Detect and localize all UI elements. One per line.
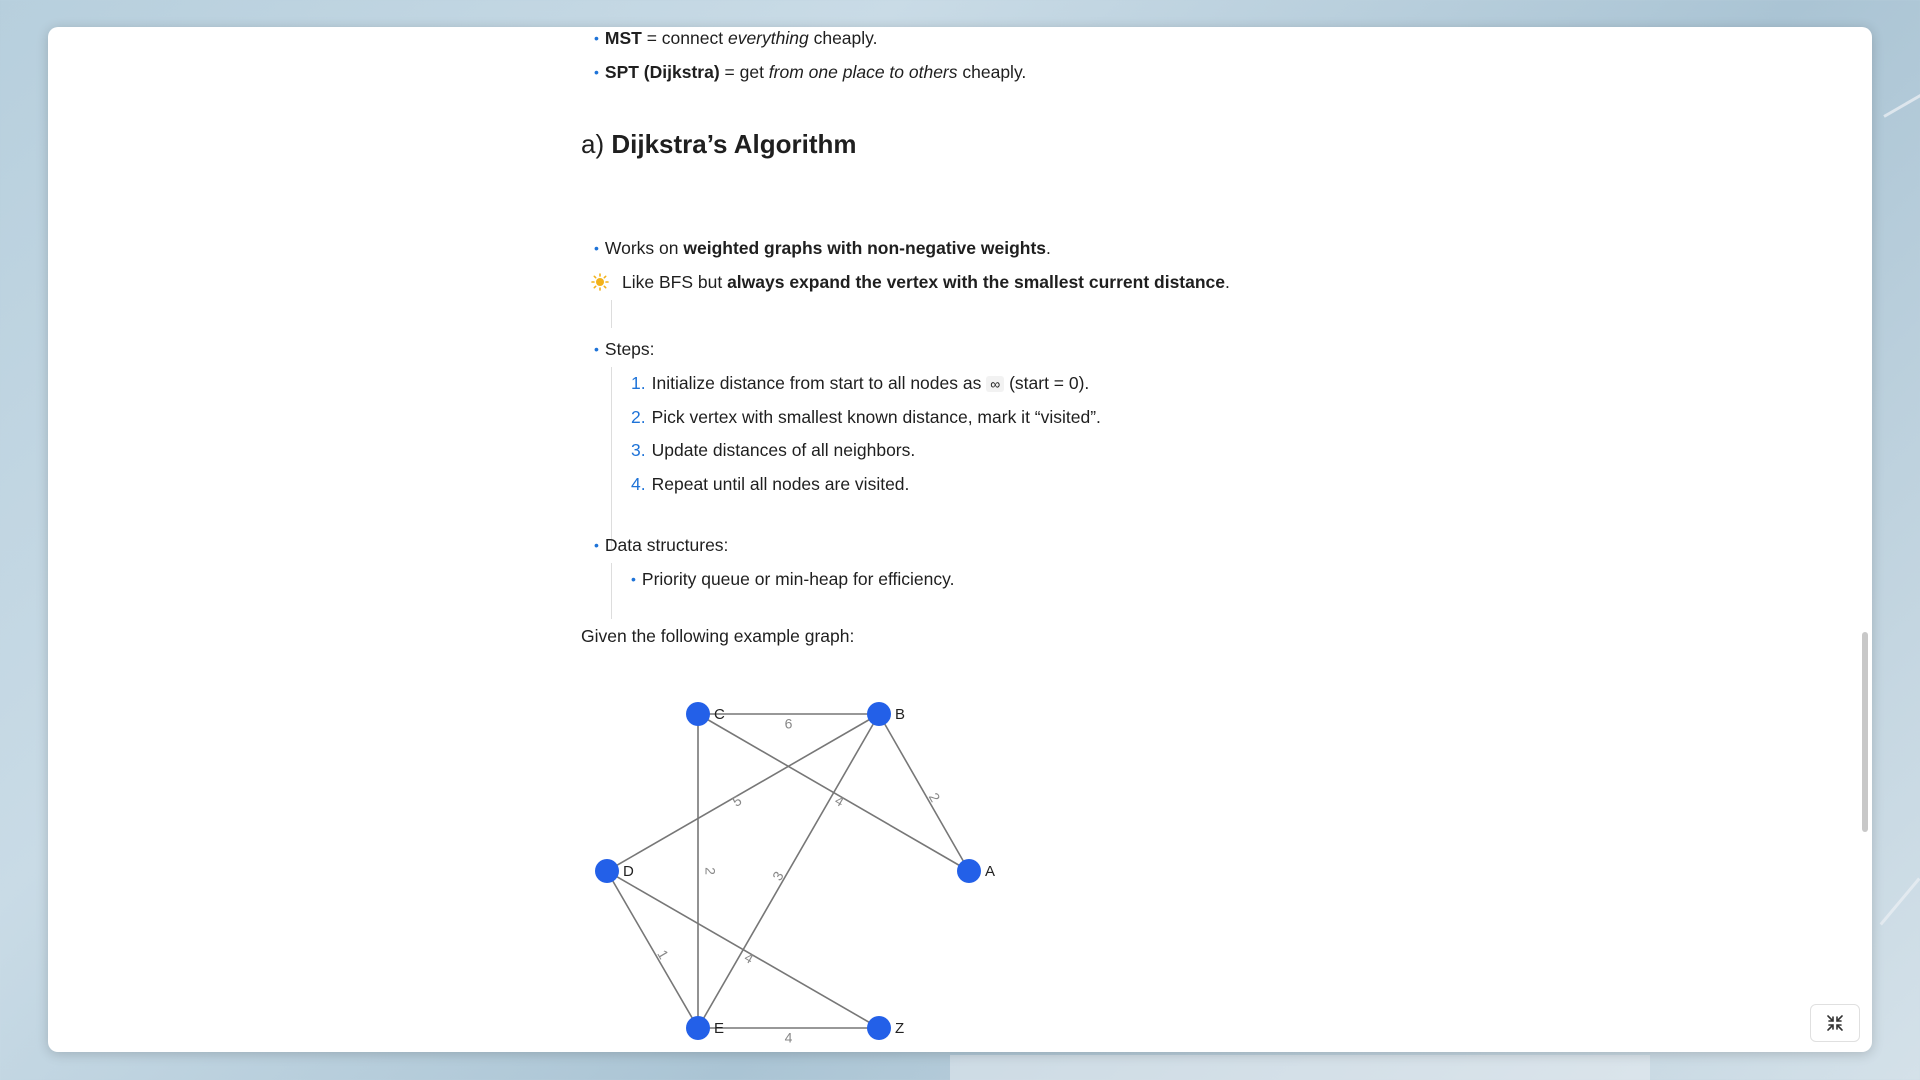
section-heading: a) Dijkstra’s Algorithm <box>581 129 857 159</box>
tip-callout: Like BFS but always expand the vertex wi… <box>581 265 1481 299</box>
edge-weight-label: 4 <box>785 1030 793 1046</box>
lightbulb-icon <box>591 273 609 291</box>
edge-weight-label: 6 <box>785 716 793 732</box>
graph-node-label: E <box>714 1020 724 1037</box>
exit-fullscreen-button[interactable] <box>1810 1004 1860 1042</box>
list-item: • Priority queue or min-heap for efficien… <box>631 569 955 589</box>
nested-rule <box>611 563 612 619</box>
collapse-icon <box>1827 1015 1843 1031</box>
list-item: • Data structures: <box>594 535 729 555</box>
graph-node-label: Z <box>895 1020 904 1037</box>
example-graph: 6 4 2 5 2 3 1 4 4 C B D A E Z <box>595 702 995 1046</box>
edge-weight-label: 5 <box>729 792 744 810</box>
graph-node-label: B <box>895 706 905 723</box>
graph-node-C <box>686 702 710 726</box>
graph-node-D <box>595 859 619 883</box>
graph-edge-D-E <box>606 870 699 1029</box>
edge-weight-label: 4 <box>832 792 847 810</box>
edge-weight-label: 4 <box>742 949 757 967</box>
graph-node-A <box>957 859 981 883</box>
edge-weight-label: 1 <box>654 947 672 962</box>
graph-edge-B-D <box>606 713 880 872</box>
graph-node-label: D <box>623 863 634 880</box>
list-item: • Works on weighted graphs with non-negat… <box>594 238 1051 258</box>
nested-rule <box>611 367 612 549</box>
list-item: • SPT (Dijkstra) = get from one place to … <box>594 62 1027 82</box>
graph-edge-B-A <box>878 713 970 872</box>
infinity-code: ∞ <box>986 376 1005 392</box>
graph-node-label: C <box>714 706 725 723</box>
edge-weight-label: 2 <box>702 867 718 875</box>
list-item: • Steps: <box>594 339 655 359</box>
graph-node-Z <box>867 1016 891 1040</box>
list-item: • MST = connect everything cheaply. <box>594 28 878 48</box>
graph-edge-D-Z <box>606 870 880 1029</box>
edge-weight-label: 3 <box>769 868 787 883</box>
graph-node-B <box>867 702 891 726</box>
edge-weight-label: 2 <box>926 790 944 805</box>
callout-rule <box>611 300 612 328</box>
list-item: 3. Update distances of all neighbors. <box>631 440 916 460</box>
graph-intro: Given the following example graph: <box>581 626 855 646</box>
list-item: 1. Initialize distance from start to all … <box>631 373 1090 393</box>
graph-node-label: A <box>985 863 995 880</box>
graph-node-E <box>686 1016 710 1040</box>
document-window: • MST = connect everything cheaply. • SPT … <box>48 27 1872 1052</box>
graph-edge-B-E <box>697 713 880 1029</box>
list-item: 4. Repeat until all nodes are visited. <box>631 474 910 494</box>
list-item: 2. Pick vertex with smallest known distan… <box>631 407 1101 427</box>
scrollbar[interactable] <box>1862 632 1868 832</box>
